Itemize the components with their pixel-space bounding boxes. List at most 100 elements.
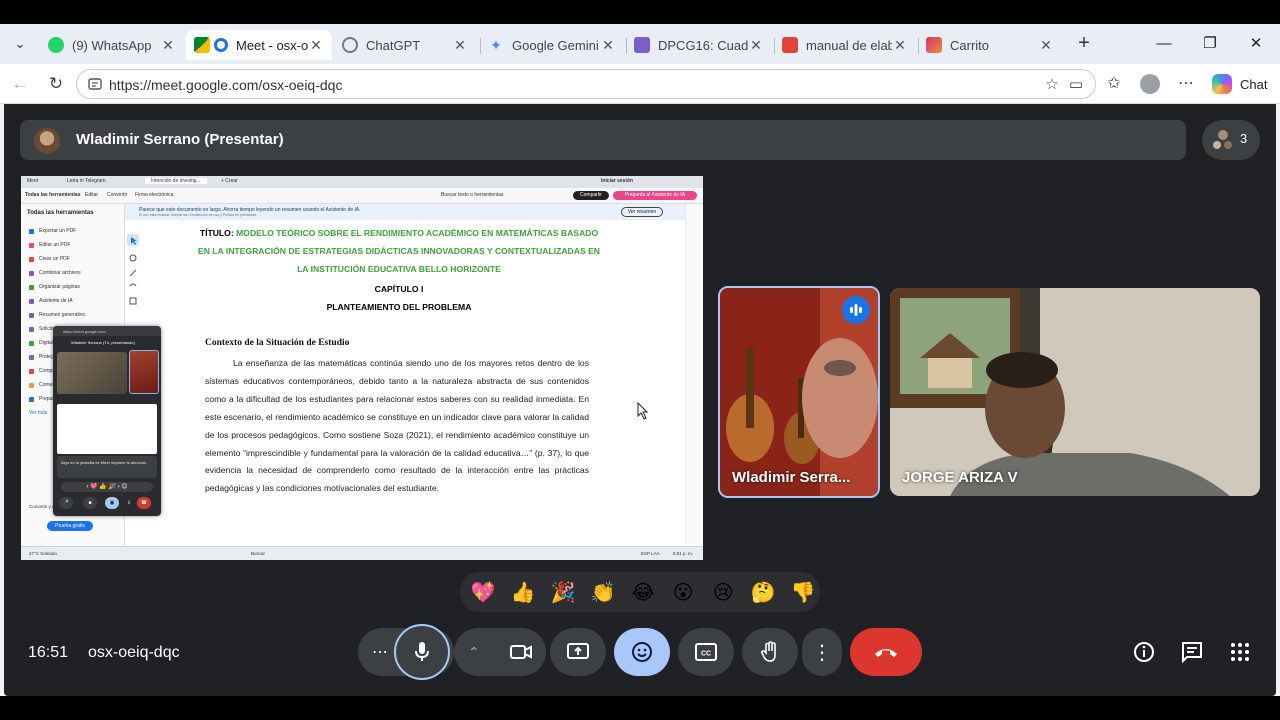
- camera-in-use-icon[interactable]: ▭: [1067, 76, 1085, 94]
- tab-label: manual de elabo: [806, 37, 892, 53]
- emoji-icon: [632, 642, 652, 662]
- doc-title-line: LA INSTITUCIÓN EDUCATIVA BELLO HORIZONTE: [297, 264, 501, 274]
- shared-menu-item: Firma electrónica: [135, 192, 174, 198]
- presenter-avatar: [34, 128, 60, 154]
- chat-label: Chat: [1240, 76, 1268, 92]
- camera-button[interactable]: ⌃: [454, 628, 546, 676]
- activities-grid-icon[interactable]: [1228, 640, 1252, 664]
- present-screen-button[interactable]: [550, 628, 606, 676]
- more-options-button[interactable]: ⋮: [802, 628, 842, 676]
- close-icon[interactable]: ✕: [892, 37, 908, 54]
- meeting-details-icon[interactable]: [1132, 640, 1156, 664]
- doc-title-label: TÍTULO:: [199, 228, 234, 238]
- reactions-button[interactable]: [614, 628, 670, 676]
- whatsapp-icon: [48, 37, 64, 53]
- reload-button[interactable]: ↻: [44, 72, 68, 96]
- shared-tab: Letra in Telegram: [67, 178, 106, 184]
- site-info-icon[interactable]: [87, 76, 103, 92]
- shared-menu-item: Editar: [85, 192, 99, 198]
- reaction-party-button[interactable]: 🎉: [550, 580, 576, 606]
- tab-label: Carrito: [950, 37, 990, 53]
- reaction-sad-button[interactable]: 😢: [710, 580, 736, 606]
- more-horizontal-icon: ⋯: [372, 644, 388, 661]
- captions-button[interactable]: CC: [678, 628, 734, 676]
- present-screen-icon: [567, 643, 589, 659]
- address-bar[interactable]: https://meet.google.com/osx-oeiq-dqc ☆ ▭: [76, 69, 1096, 99]
- reactions-bar: 💖 👍 🎉 👏 😂 😮 😢 🤔 👎: [460, 572, 820, 612]
- tab-manual[interactable]: manual de elabo ✕: [774, 30, 916, 60]
- reaction-laugh-button[interactable]: 😂: [630, 580, 656, 606]
- close-icon[interactable]: ✕: [600, 37, 616, 54]
- reaction-surprised-button[interactable]: 😮: [670, 580, 696, 606]
- close-icon[interactable]: ✕: [1038, 37, 1054, 54]
- tab-label: DPCG16: Cuadro: [658, 37, 748, 53]
- pip-video: [57, 352, 127, 394]
- participant-tile-wladimir[interactable]: Wladimir Serra...: [718, 286, 880, 498]
- tab-carrito[interactable]: Carrito ✕: [918, 30, 1062, 60]
- close-icon[interactable]: ✕: [308, 37, 324, 54]
- pip-url: https://meet.google.com: [53, 326, 161, 336]
- google-meet-icon: [194, 37, 210, 53]
- profile-avatar[interactable]: [1140, 74, 1160, 94]
- reaction-clap-button[interactable]: 👏: [590, 580, 616, 606]
- reaction-thumbs-up-button[interactable]: 👍: [510, 580, 536, 606]
- minimize-button[interactable]: —: [1144, 32, 1184, 56]
- shared-tab: Intención de investig...: [145, 178, 207, 184]
- tab-actions-menu[interactable]: ⌄: [6, 32, 34, 56]
- participant-name: JORGE ARIZA V: [902, 469, 1018, 486]
- tab-whatsapp[interactable]: (9) WhatsApp ✕: [40, 30, 184, 60]
- shared-sidebar-item: Resumen generativo: [39, 312, 86, 318]
- tab-dpcg16[interactable]: DPCG16: Cuadro ✕: [626, 30, 772, 60]
- copilot-chat-button[interactable]: Chat: [1212, 72, 1280, 96]
- taskbar-weather: 27°C Soleado: [29, 551, 57, 556]
- shared-sidebar-item: Crear un PDF: [39, 256, 70, 262]
- shared-sidebar-item: Editar un PDF: [39, 242, 71, 248]
- close-window-button[interactable]: ✕: [1236, 32, 1276, 56]
- url-text: https://meet.google.com/osx-oeiq-dqc: [109, 77, 343, 93]
- participants-avatars-icon: [1213, 130, 1232, 149]
- taskbar-lang: ESP LAA: [641, 551, 660, 556]
- close-icon[interactable]: ✕: [452, 37, 468, 54]
- participant-video: [890, 288, 1260, 496]
- favorites-icon[interactable]: ✩: [1104, 74, 1124, 94]
- participant-count: 3: [1240, 131, 1248, 146]
- participant-tile-jorge[interactable]: JORGE ARIZA V: [890, 288, 1260, 496]
- reaction-thumbs-down-button[interactable]: 👎: [790, 580, 816, 606]
- close-icon[interactable]: ✕: [748, 37, 764, 54]
- gemini-icon: ✦: [490, 37, 502, 53]
- restore-button[interactable]: ❐: [1190, 32, 1230, 56]
- shared-share-button: Compartir: [573, 191, 609, 200]
- back-button[interactable]: ←: [8, 72, 32, 96]
- pip-more-icon: ⋮: [126, 500, 132, 506]
- pip-reactions: ‹ 💖 👍 🎉 › 😊: [61, 482, 153, 492]
- microphone-button[interactable]: [394, 624, 450, 680]
- speaking-indicator-icon: [842, 296, 870, 324]
- shared-tab: + Crear: [221, 178, 238, 184]
- chat-icon[interactable]: [1180, 640, 1204, 664]
- raise-hand-button[interactable]: [742, 628, 798, 676]
- reaction-thinking-button[interactable]: 🤔: [750, 580, 776, 606]
- document-icon: [634, 37, 650, 53]
- close-icon[interactable]: ✕: [160, 37, 176, 54]
- participants-button[interactable]: 3: [1202, 120, 1260, 160]
- pip-presenter-name: Wladimir Serrano (Tú, presentando): [71, 340, 135, 345]
- taskbar-search: Buscar: [251, 551, 266, 556]
- shared-browser-tabs: Meet Letra in Telegram Intención de inve…: [21, 176, 703, 188]
- reaction-heart-button[interactable]: 💖: [470, 580, 496, 606]
- recording-indicator-icon: [214, 38, 228, 52]
- pdf-icon: [782, 37, 798, 53]
- doc-title: TÍTULO: MODELO TEÓRICO SOBRE EL RENDIMIE…: [149, 224, 649, 242]
- chevron-up-icon: ⌃: [468, 643, 480, 660]
- bookmark-star-icon[interactable]: ☆: [1043, 76, 1061, 94]
- tab-gemini[interactable]: ✦ Google Gemini ✕: [480, 30, 624, 60]
- tab-chatgpt[interactable]: ChatGPT ✕: [334, 30, 476, 60]
- pip-hangup-icon: ☎: [137, 497, 151, 509]
- tab-meet[interactable]: Meet - osx-oeiq-dqc ✕: [186, 30, 332, 60]
- new-tab-button[interactable]: +: [1072, 32, 1096, 56]
- doc-chapter: CAPÍTULO I: [374, 284, 424, 294]
- more-options-icon[interactable]: ⋯: [1176, 74, 1196, 94]
- leave-call-button[interactable]: [850, 628, 922, 676]
- doc-title-line: MODELO TEÓRICO SOBRE EL RENDIMIENTO ACAD…: [236, 228, 599, 238]
- taskbar-time: 5:51 p. m.: [673, 551, 694, 556]
- tab-strip: ⌄ (9) WhatsApp ✕ Meet - osx-oeiq-dqc ✕ C…: [0, 24, 1280, 64]
